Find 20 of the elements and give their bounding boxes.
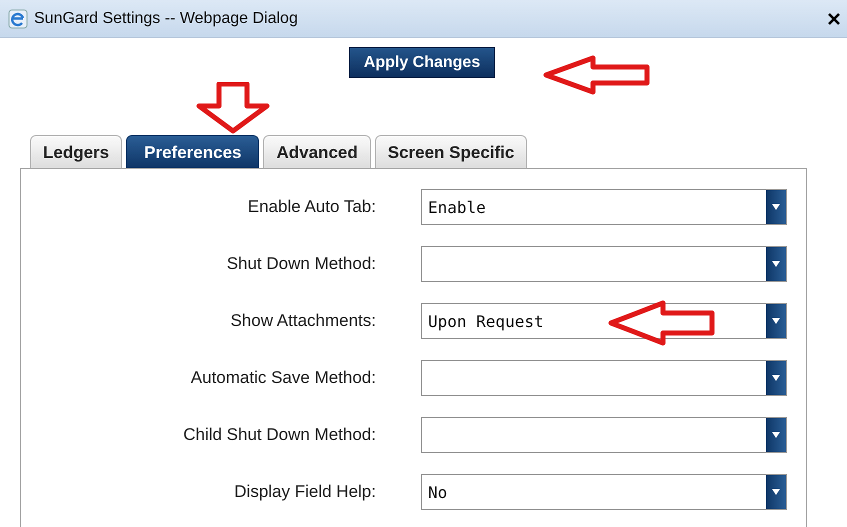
dropdown-field[interactable] (421, 360, 787, 396)
setting-label: Child Shut Down Method: (182, 425, 376, 445)
setting-label: Enable Auto Tab: (246, 197, 376, 217)
tab[interactable]: Ledgers (30, 135, 122, 168)
tab[interactable]: Preferences (126, 135, 260, 168)
tab[interactable]: Advanced (263, 135, 371, 168)
setting-label: Automatic Save Method: (190, 368, 376, 388)
dropdown-field[interactable]: Upon Request (421, 303, 787, 339)
browser-logo-icon (8, 8, 28, 28)
dropdown-field[interactable] (421, 246, 787, 282)
apply-changes-button[interactable]: Apply Changes (348, 47, 496, 78)
tab[interactable]: Screen Specific (374, 135, 528, 168)
dropdown-field[interactable]: No (421, 474, 787, 510)
dropdown-field[interactable] (421, 417, 787, 453)
dropdown-field[interactable]: Enable (421, 189, 787, 225)
setting-label: Show Attachments: (229, 311, 376, 331)
setting-label: Shut Down Method: (226, 254, 376, 274)
window-title: SunGard Settings -- Webpage Dialog (34, 10, 299, 28)
setting-label: Display Field Help: (233, 482, 376, 502)
close-icon[interactable] (827, 12, 841, 26)
